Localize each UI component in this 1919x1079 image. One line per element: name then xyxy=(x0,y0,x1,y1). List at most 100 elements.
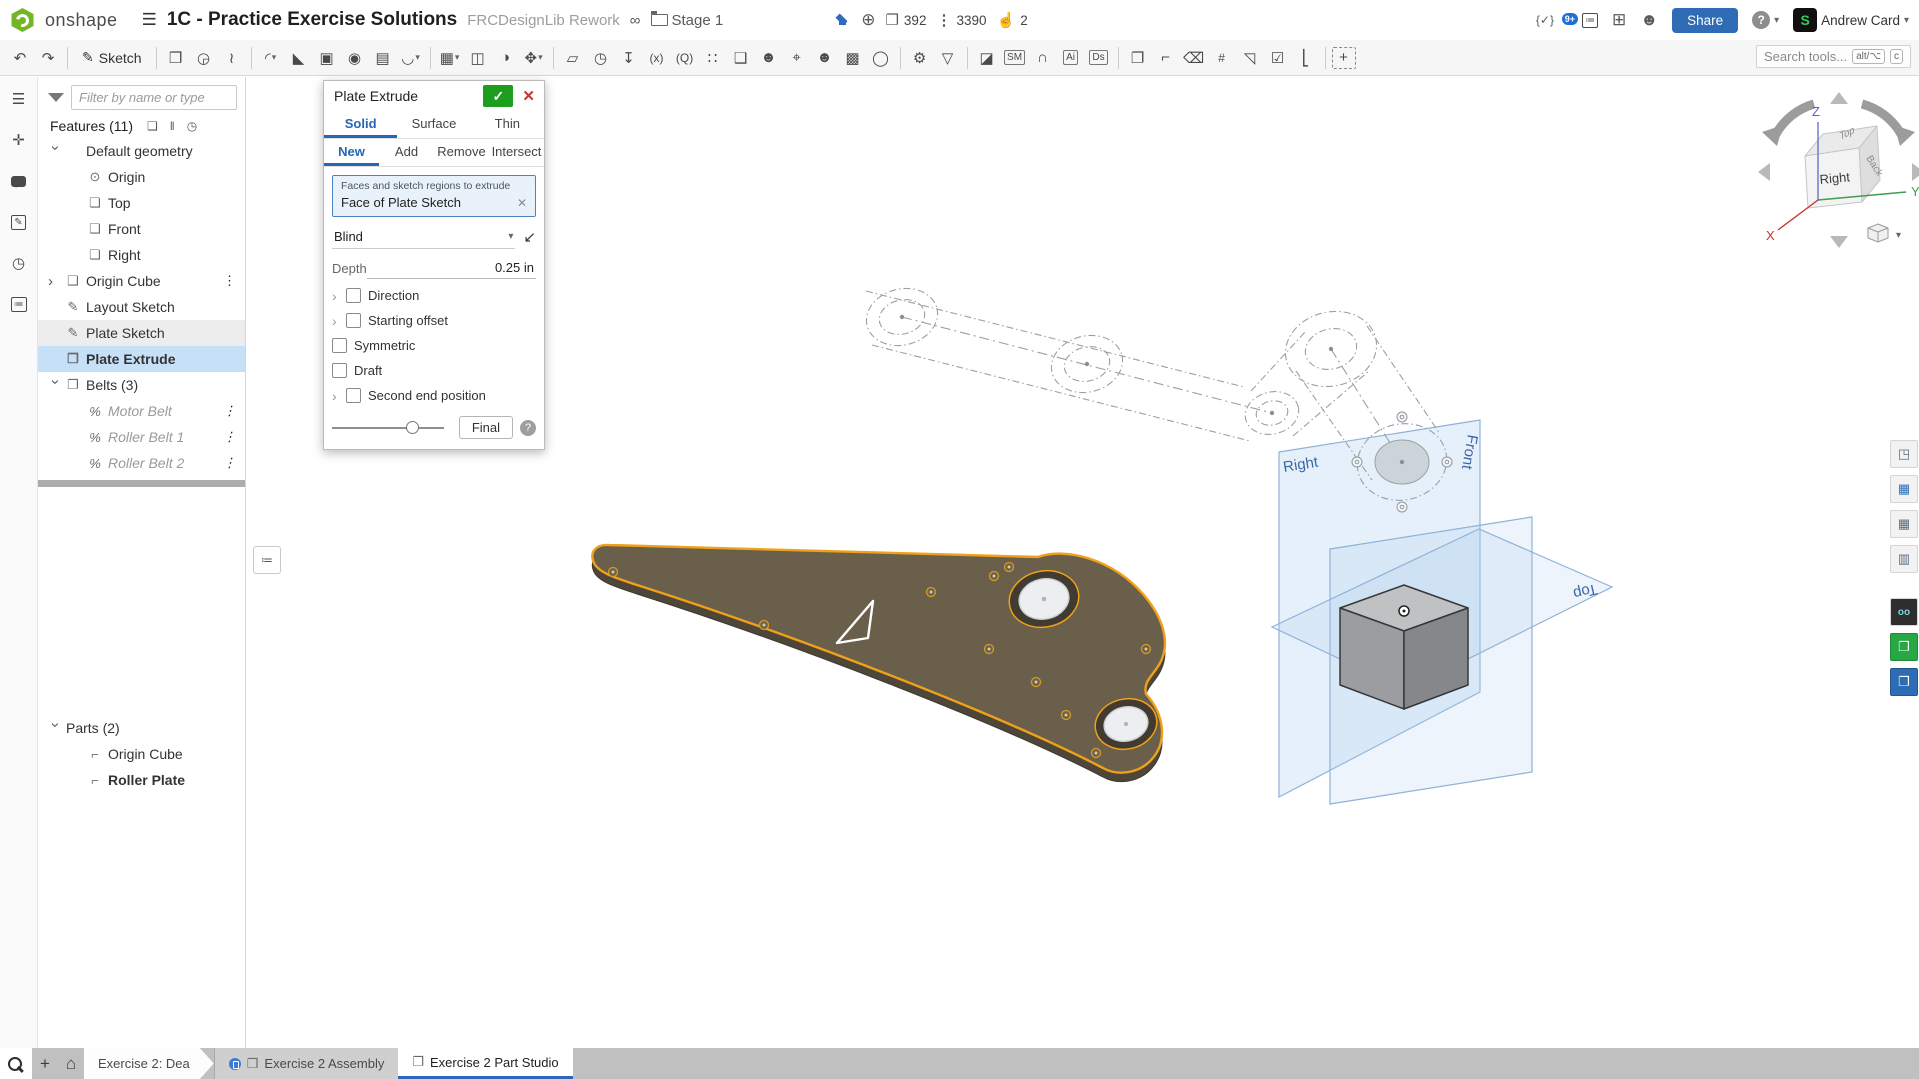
corner-part-icon[interactable]: ⌐ ▾ xyxy=(1153,45,1179,71)
scripting-icon[interactable]: {✓} xyxy=(1536,13,1554,27)
rollback-slider[interactable] xyxy=(332,421,444,435)
option-checkbox[interactable] xyxy=(346,388,361,403)
torus-icon[interactable]: ◯ ▾ xyxy=(868,45,894,71)
chevron-icon[interactable]: › xyxy=(48,379,63,394)
revolve-icon[interactable]: ◶ ▾ xyxy=(191,45,217,71)
sketch-button[interactable]: ✎ Sketch xyxy=(73,46,151,69)
tab-exercise-2-design[interactable]: Exercise 2: Dea xyxy=(84,1048,214,1079)
app-store-icon[interactable]: ⊞ xyxy=(1612,10,1626,30)
tree-item-roller-belt-1[interactable]: › % Roller Belt 1 ⋮ xyxy=(38,424,245,450)
item-menu-icon[interactable]: ⋮ xyxy=(223,273,235,289)
mirror-icon[interactable]: ◫ ▾ xyxy=(465,45,491,71)
part-item-roller-plate[interactable]: › ⌐ Roller Plate xyxy=(38,767,245,793)
tab-solid[interactable]: Solid xyxy=(324,111,397,138)
import-icon[interactable]: ↧ ▾ xyxy=(616,45,642,71)
new-tab-button[interactable]: + xyxy=(32,1048,58,1079)
boolean-icon[interactable]: ◑ ▾ xyxy=(493,45,519,71)
onshape-logo-icon[interactable] xyxy=(10,8,35,33)
final-button[interactable]: Final xyxy=(459,416,513,439)
chevron-icon[interactable]: › xyxy=(48,722,63,737)
gear-icon[interactable]: ⚙ ▾ xyxy=(907,45,933,71)
dialog-help-icon[interactable]: ? xyxy=(520,420,536,436)
sweep-icon[interactable]: ≀ ▾ xyxy=(219,45,245,71)
feature-list-icon[interactable]: ☰ xyxy=(7,87,31,111)
option-checkbox[interactable] xyxy=(346,288,361,303)
render-studio-icon[interactable]: oo xyxy=(1890,598,1918,626)
tasks-icon[interactable]: ≔ xyxy=(1582,13,1598,28)
featurescript-icon[interactable]: ☻ ▾ xyxy=(756,45,782,71)
tab-exercise-2-part-studio[interactable]: ❐ Exercise 2 Part Studio xyxy=(398,1048,572,1079)
pattern-icon[interactable]: ▦ ▾ xyxy=(437,45,463,71)
account-menu[interactable]: S Andrew Card ▾ xyxy=(1793,8,1909,32)
bom-table-icon[interactable]: ▦ xyxy=(1890,475,1918,503)
step-part-icon[interactable]: # ▾ xyxy=(1209,45,1235,71)
tab-thin[interactable]: Thin xyxy=(471,111,544,138)
new-folder-icon[interactable]: ❏ xyxy=(147,119,158,133)
confirm-button[interactable]: ✓ xyxy=(483,85,513,107)
filter-icon[interactable] xyxy=(48,93,64,102)
tree-item-belts-folder[interactable]: › ❐ Belts (3) ⋮ xyxy=(38,372,245,398)
chevron-icon[interactable]: › xyxy=(48,274,63,289)
learning-center-icon[interactable]: ☻ xyxy=(1640,10,1658,30)
verify-part-icon[interactable]: ☑ ▾ xyxy=(1265,45,1291,71)
undo-icon[interactable]: ↶ ▾ xyxy=(7,45,33,71)
home-button[interactable]: ⌂ xyxy=(58,1048,84,1079)
tree-item-roller-belt-2[interactable]: › % Roller Belt 2 ⋮ xyxy=(38,450,245,476)
primitive-cube-icon[interactable]: ❑ ▾ xyxy=(728,45,754,71)
learning-panel-blue-icon[interactable]: ❐ xyxy=(1890,668,1918,696)
tree-item-plate-extrude[interactable]: › ❒ Plate Extrude ⋮ xyxy=(38,346,245,372)
sheet-metal-icon[interactable]: SM ▾ xyxy=(1002,45,1028,71)
transform-icon[interactable]: ✥ ▾ xyxy=(521,45,547,71)
history-clock-icon[interactable]: ◷ xyxy=(187,119,197,133)
tab-new[interactable]: New xyxy=(324,139,379,166)
option-starting-offset[interactable]: › Starting offset xyxy=(324,308,544,333)
appearance-panel-icon[interactable]: ▩ ▾ xyxy=(840,45,866,71)
option-symmetric[interactable]: › Symmetric xyxy=(324,333,544,358)
fillet-icon[interactable]: ◜ ▾ xyxy=(258,45,284,71)
corner-fillet-icon[interactable]: ◹ ▾ xyxy=(1237,45,1263,71)
tree-item-right[interactable]: › ❏ Right ⋮ xyxy=(38,242,245,268)
filter-input[interactable] xyxy=(71,85,237,110)
chevron-right-icon[interactable]: › xyxy=(332,288,346,304)
part-studio-icon[interactable]: ❐ ▾ xyxy=(1125,45,1151,71)
help-button[interactable]: ? ▾ xyxy=(1752,11,1779,29)
configuration-table-icon[interactable]: ▦ xyxy=(1890,510,1918,538)
quality-filter-icon[interactable]: ▽ ▾ xyxy=(935,45,961,71)
option-checkbox[interactable] xyxy=(332,338,347,353)
learning-panel-green-icon[interactable]: ❐ xyxy=(1890,633,1918,661)
remove-selection-icon[interactable]: ✕ xyxy=(517,196,527,210)
item-menu-icon[interactable]: ⋮ xyxy=(223,455,235,471)
education-icon[interactable] xyxy=(833,14,851,27)
view-cube[interactable]: Z Y X Right Top Back ▾ xyxy=(1752,88,1919,260)
tree-item-origin[interactable]: › ⊙ Origin ⋮ xyxy=(38,164,245,190)
tab-add[interactable]: Add xyxy=(379,139,434,166)
exploded-view-icon[interactable]: ◳ xyxy=(1890,440,1918,468)
plane-icon[interactable]: ▱ ▾ xyxy=(560,45,586,71)
loft-icon[interactable]: ◡ ▾ xyxy=(398,45,424,71)
thicken-icon[interactable]: ▤ ▾ xyxy=(370,45,396,71)
hole-icon[interactable]: ◉ ▾ xyxy=(342,45,368,71)
tree-item-plate-sketch[interactable]: › ✎ Plate Sketch ⋮ xyxy=(38,320,245,346)
custom-feature-icon[interactable]: ☻ ▾ xyxy=(812,45,838,71)
option-second-end-position[interactable]: › Second end position xyxy=(324,383,544,408)
copies-stat[interactable]: ❐ 392 xyxy=(885,11,926,29)
panel-toggle-button[interactable]: ≔ xyxy=(253,546,281,574)
tab-surface[interactable]: Surface xyxy=(397,111,470,138)
helix-icon[interactable]: ◷ ▾ xyxy=(588,45,614,71)
option-direction[interactable]: › Direction xyxy=(324,283,544,308)
likes-stat[interactable]: ☝ 2 xyxy=(997,11,1028,29)
tree-item-front[interactable]: › ❏ Front ⋮ xyxy=(38,216,245,242)
tree-item-origin-cube[interactable]: › ❑ Origin Cube ⋮ xyxy=(38,268,245,294)
variable-studio-icon[interactable]: (Q) ▾ xyxy=(672,45,698,71)
checklist-panel-icon[interactable]: ≔ xyxy=(7,292,31,316)
document-title[interactable]: 1C - Practice Exercise Solutions xyxy=(167,9,457,31)
share-link-icon[interactable]: ∞ xyxy=(630,12,641,29)
insert-new-icon[interactable]: ✛ xyxy=(7,128,31,152)
cancel-button[interactable]: ✕ xyxy=(519,87,538,105)
redo-icon[interactable]: ↷ ▾ xyxy=(35,45,61,71)
extrude-icon[interactable]: ❒ ▾ xyxy=(163,45,189,71)
slider-handle[interactable] xyxy=(406,421,419,434)
chevron-icon[interactable]: › xyxy=(48,145,63,160)
option-checkbox[interactable] xyxy=(332,363,347,378)
suppress-icon[interactable]: ‖ xyxy=(170,119,175,133)
